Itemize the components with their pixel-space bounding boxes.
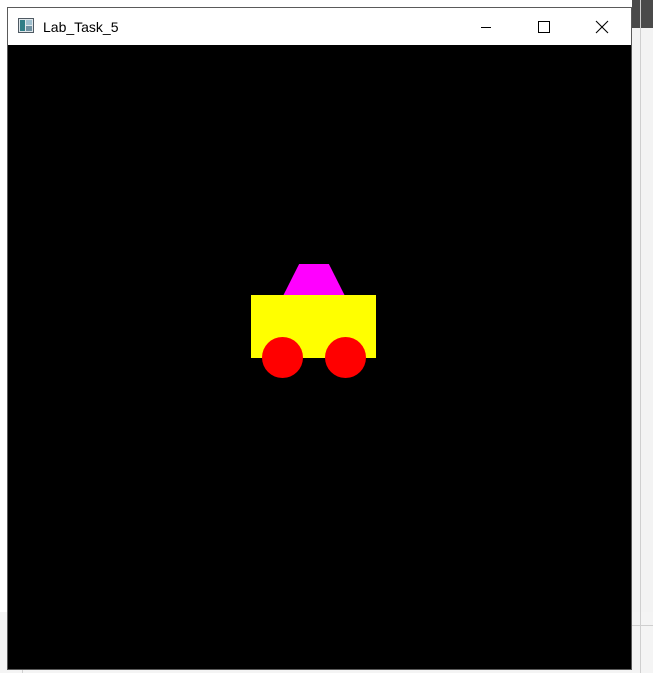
minimize-button[interactable] bbox=[457, 8, 515, 45]
car-wheel-left bbox=[262, 337, 303, 378]
app-window: Lab_Task_5 bbox=[7, 7, 632, 670]
maximize-button[interactable] bbox=[515, 8, 573, 45]
close-button[interactable] bbox=[573, 8, 631, 45]
desktop-grid-line bbox=[632, 625, 653, 626]
app-icon bbox=[18, 18, 34, 33]
maximize-icon bbox=[538, 20, 550, 33]
render-canvas[interactable] bbox=[8, 45, 631, 669]
car-cabin bbox=[283, 264, 345, 296]
window-title: Lab_Task_5 bbox=[43, 19, 119, 35]
car-wheel-right bbox=[325, 337, 366, 378]
desktop-grid-line bbox=[640, 0, 641, 673]
close-icon bbox=[595, 20, 609, 33]
desktop-background-top bbox=[632, 0, 653, 28]
title-bar[interactable]: Lab_Task_5 bbox=[8, 8, 631, 45]
desktop-background-right bbox=[632, 0, 653, 673]
minimize-icon bbox=[481, 26, 491, 28]
